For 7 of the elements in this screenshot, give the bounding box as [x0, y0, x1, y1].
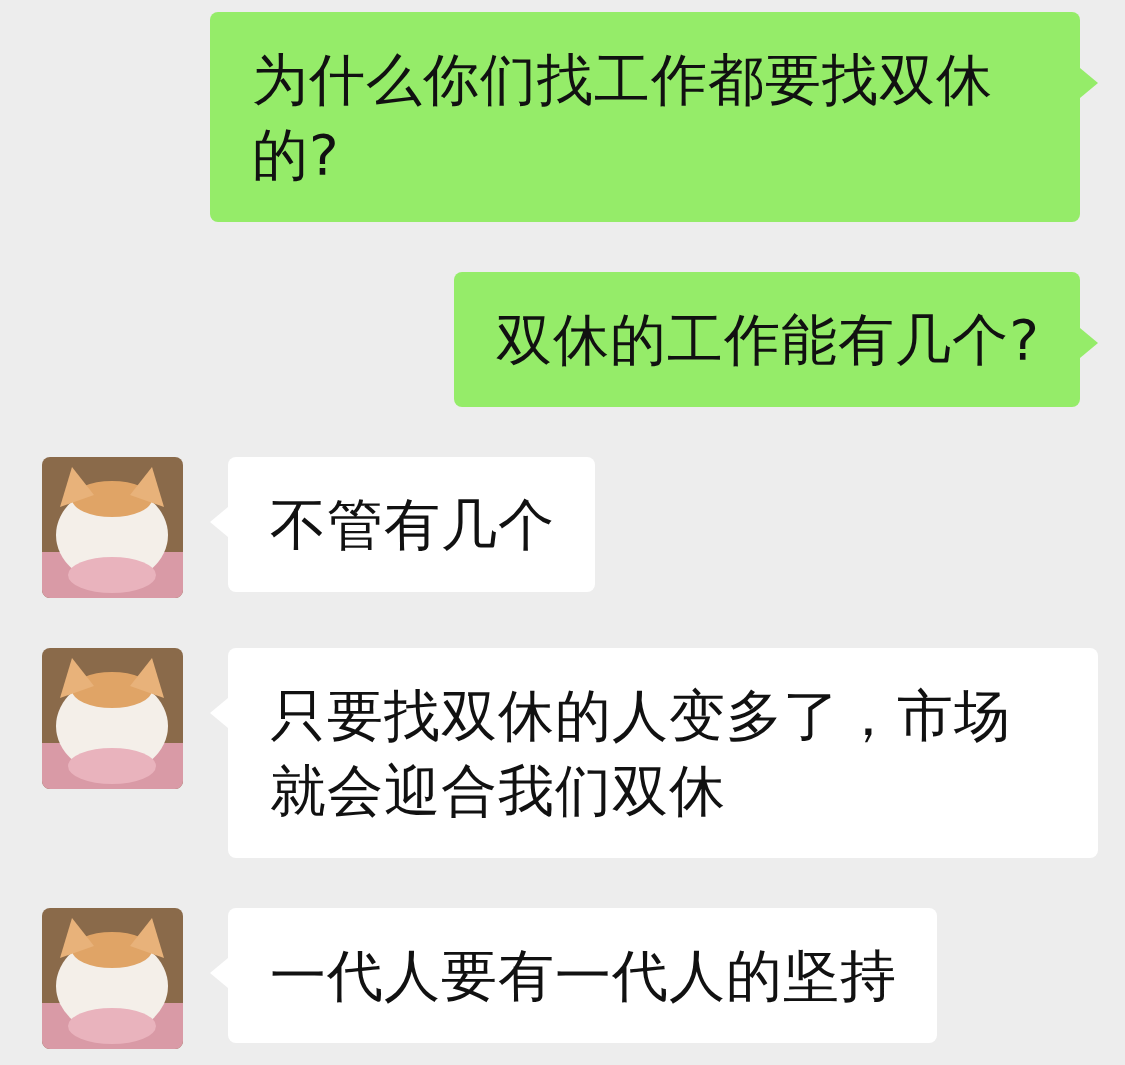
bubble-tail-icon — [1080, 328, 1098, 358]
message-bubble: 不管有几个 — [228, 457, 595, 592]
bubble-tail-icon — [1080, 68, 1098, 98]
message-bubble: 双休的工作能有几个? — [454, 272, 1080, 407]
message-bubble: 一代人要有一代人的坚持 — [228, 908, 937, 1043]
message-bubble: 只要找双休的人变多了，市场就会迎合我们双休 — [228, 648, 1098, 858]
message-bubble: 为什么你们找工作都要找双休的? — [210, 12, 1080, 222]
